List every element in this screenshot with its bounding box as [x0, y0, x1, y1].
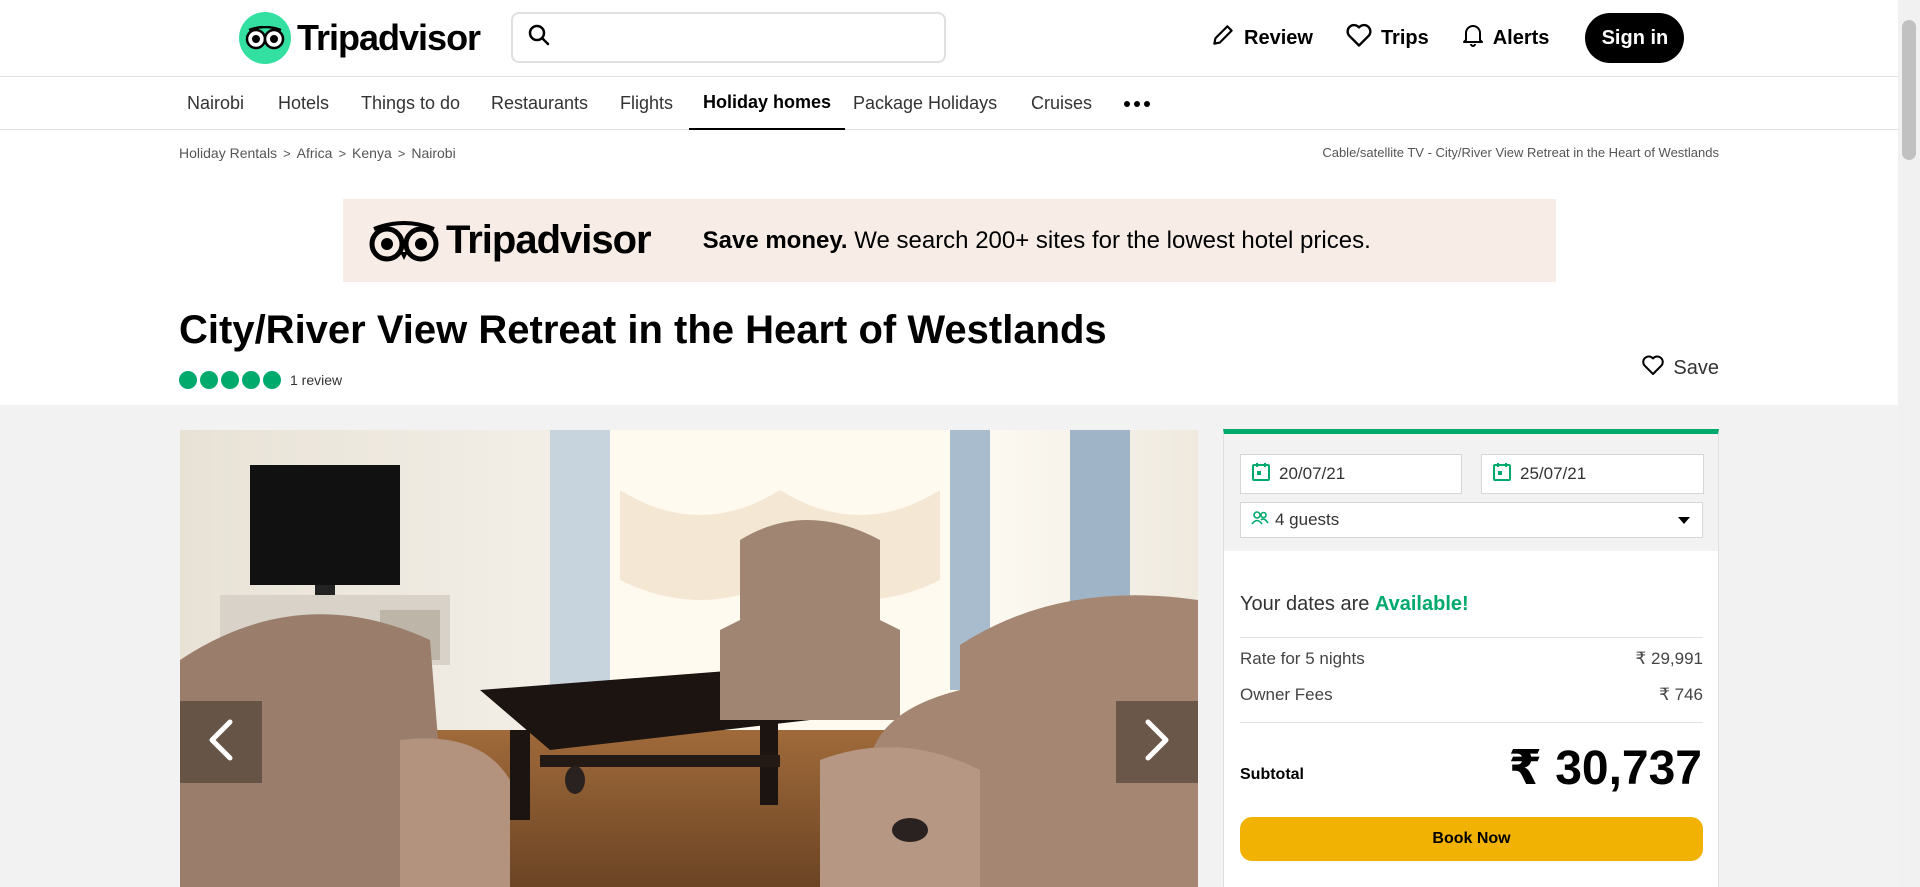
search-icon — [527, 23, 551, 52]
tab-restaurants[interactable]: Restaurants — [491, 77, 588, 130]
header-actions: Review Trips Alerts Sign in — [1210, 13, 1685, 63]
gallery-prev-button[interactable] — [180, 701, 262, 783]
owl-logo-icon — [369, 220, 439, 261]
trips-button[interactable]: Trips — [1345, 22, 1429, 54]
tab-cruises[interactable]: Cruises — [1031, 77, 1092, 130]
checkout-date: 25/07/21 — [1520, 464, 1587, 483]
checkout-date-field[interactable]: 25/07/21 — [1481, 454, 1704, 494]
breadcrumb-current-page: Cable/satellite TV - City/River View Ret… — [1322, 145, 1719, 160]
rating-bubble — [242, 371, 260, 389]
more-menu-icon[interactable] — [1124, 77, 1150, 130]
divider — [1240, 637, 1703, 638]
divider — [1240, 722, 1703, 723]
guests-value: 4 guests — [1275, 510, 1340, 529]
breadcrumb: Holiday Rentals > Africa > Kenya > Nairo… — [179, 145, 456, 161]
owl-logo-icon — [239, 12, 291, 64]
chevron-left-icon — [206, 718, 236, 767]
review-count[interactable]: 1 review — [290, 372, 342, 388]
people-icon — [1251, 510, 1269, 531]
alerts-label: Alerts — [1492, 26, 1550, 49]
review-button[interactable]: Review — [1210, 22, 1313, 54]
gallery-next-button[interactable] — [1116, 701, 1198, 783]
banner-logo: Tripadvisor — [368, 218, 652, 263]
chevron-right-icon — [1142, 718, 1172, 767]
banner-brand-name: Tripadvisor — [446, 218, 652, 262]
fees-row: Owner Fees ₹ 746 — [1240, 685, 1703, 705]
banner-bold-text: Save money. — [702, 226, 848, 254]
promo-banner[interactable]: Tripadvisor Save money. We search 200+ s… — [343, 199, 1556, 282]
rate-value: ₹ 29,991 — [1635, 649, 1703, 668]
photo-gallery[interactable] — [180, 430, 1198, 887]
page-scrollbar[interactable] — [1898, 0, 1920, 887]
search-input[interactable] — [511, 12, 946, 63]
alerts-button[interactable]: Alerts — [1461, 22, 1550, 54]
book-now-button[interactable]: Book Now — [1240, 817, 1703, 861]
banner-message: Save money. We search 200+ sites for the… — [703, 227, 1371, 255]
save-label: Save — [1673, 356, 1719, 379]
rating-bubble — [221, 371, 239, 389]
calendar-icon — [1251, 462, 1271, 487]
guests-select[interactable]: 4 guests — [1240, 502, 1703, 538]
chevron-right-icon: > — [283, 145, 291, 161]
booking-panel: 20/07/21 25/07/21 4 guests Your dates ar… — [1223, 429, 1719, 887]
rating-bubble — [200, 371, 218, 389]
bell-icon — [1461, 22, 1485, 54]
subtotal-label: Subtotal — [1240, 766, 1304, 783]
price-summary: Your dates are Available! Rate for 5 nig… — [1224, 551, 1718, 887]
breadcrumb-kenya[interactable]: Kenya — [352, 145, 392, 161]
subtotal-value: ₹ 30,737 — [1508, 742, 1702, 795]
tab-package-holidays[interactable]: Package Holidays — [853, 77, 997, 130]
tab-things-to-do[interactable]: Things to do — [361, 77, 460, 130]
tab-flights[interactable]: Flights — [620, 77, 673, 130]
availability-message: Your dates are Available! — [1240, 593, 1469, 616]
calendar-icon — [1492, 462, 1512, 487]
tab-nairobi[interactable]: Nairobi — [187, 77, 244, 130]
save-button[interactable]: Save — [1641, 354, 1719, 382]
sign-in-button[interactable]: Sign in — [1585, 13, 1685, 63]
heart-icon — [1641, 354, 1665, 382]
rating-bubbles[interactable]: 1 review — [179, 371, 342, 389]
chevron-right-icon: > — [397, 145, 406, 161]
checkin-date: 20/07/21 — [1279, 464, 1346, 483]
review-label: Review — [1244, 26, 1313, 49]
checkin-date-field[interactable]: 20/07/21 — [1240, 454, 1462, 494]
brand-name: Tripadvisor — [297, 17, 481, 58]
trips-label: Trips — [1380, 26, 1429, 49]
tab-hotels[interactable]: Hotels — [278, 77, 329, 130]
fees-label: Owner Fees — [1240, 685, 1333, 704]
fees-value: ₹ 746 — [1659, 685, 1703, 704]
nav-tabs: Nairobi Hotels Things to do Restaurants … — [0, 76, 1898, 130]
availability-status: Available! — [1374, 593, 1469, 615]
tripadvisor-logo[interactable]: Tripadvisor — [239, 12, 481, 64]
living-room-photo — [180, 430, 1198, 887]
top-header: Tripadvisor Review Trips Alerts Sign in — [0, 0, 1898, 76]
chevron-down-icon — [1678, 517, 1690, 524]
tab-holiday-homes[interactable]: Holiday homes — [689, 77, 846, 130]
rating-bubble — [263, 371, 281, 389]
rating-bubble — [179, 371, 197, 389]
rate-row: Rate for 5 nights ₹ 29,991 — [1240, 649, 1703, 669]
breadcrumb-africa[interactable]: Africa — [297, 145, 333, 161]
breadcrumb-nairobi[interactable]: Nairobi — [411, 145, 455, 161]
availability-prefix: Your dates are — [1240, 593, 1375, 615]
chevron-right-icon: > — [338, 145, 347, 161]
breadcrumb-holiday-rentals[interactable]: Holiday Rentals — [179, 145, 277, 161]
heart-icon — [1345, 22, 1373, 54]
page-title: City/River View Retreat in the Heart of … — [179, 308, 1107, 352]
pencil-icon — [1210, 22, 1236, 54]
banner-text: We search 200+ sites for the lowest hote… — [847, 226, 1371, 254]
scrollbar-thumb[interactable] — [1902, 20, 1916, 160]
rate-label: Rate for 5 nights — [1240, 649, 1365, 668]
